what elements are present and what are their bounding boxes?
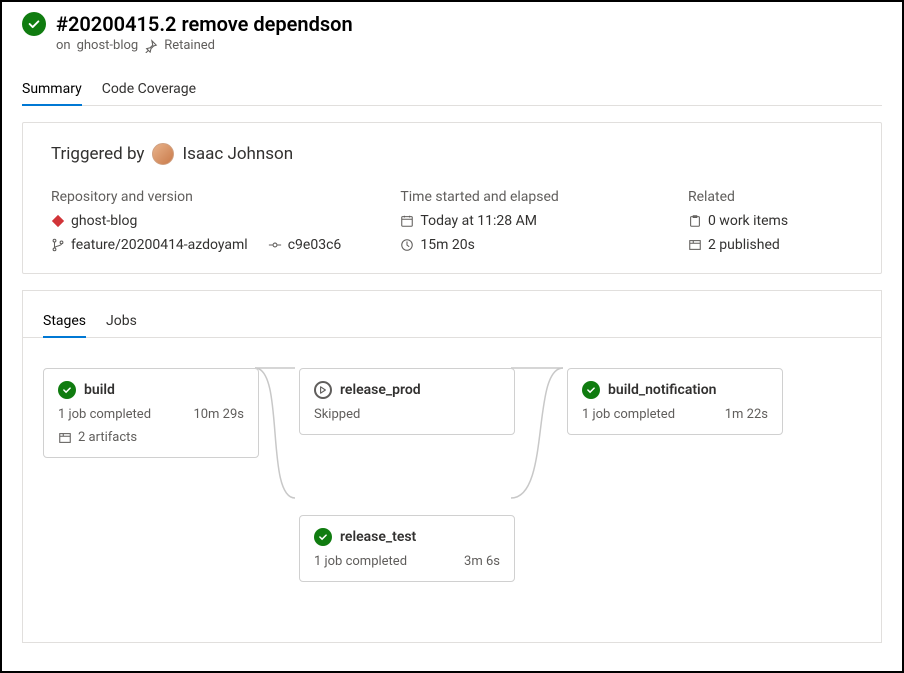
commit-icon (268, 238, 282, 252)
stage-build-notification[interactable]: build_notification 1 job completed 1m 22… (567, 368, 783, 435)
repo-name[interactable]: ghost-blog (71, 213, 137, 229)
clock-icon (400, 238, 414, 252)
avatar (152, 143, 174, 165)
stage-duration: 10m 29s (193, 407, 244, 422)
status-success-icon (582, 381, 600, 399)
tab-code-coverage[interactable]: Code Coverage (102, 73, 196, 105)
stage-status: Skipped (314, 407, 360, 422)
project-prefix: on (56, 38, 71, 53)
elapsed-time: 15m 20s (420, 237, 474, 253)
branch-icon (51, 238, 65, 252)
tab-summary[interactable]: Summary (22, 73, 82, 105)
project-name[interactable]: ghost-blog (77, 38, 139, 53)
tab-jobs[interactable]: Jobs (106, 305, 137, 337)
tab-stages[interactable]: Stages (43, 305, 86, 337)
branch-name[interactable]: feature/20200414-azdoyaml (71, 237, 248, 253)
stage-status: 1 job completed (582, 407, 675, 422)
artifacts-link[interactable]: 2 artifacts (78, 430, 137, 445)
stage-release-prod[interactable]: release_prod Skipped (299, 368, 515, 435)
started-time: Today at 11:28 AM (420, 213, 537, 229)
calendar-icon (400, 214, 414, 228)
stage-name: build (84, 382, 115, 398)
stage-name: release_prod (340, 382, 421, 398)
stage-duration: 1m 22s (725, 407, 768, 422)
pin-icon (144, 39, 158, 53)
stage-release-test[interactable]: release_test 1 job completed 3m 6s (299, 515, 515, 582)
triggered-prefix: Triggered by (51, 144, 144, 164)
summary-card: Triggered by Isaac Johnson Repository an… (22, 122, 882, 274)
repo-icon (51, 214, 65, 228)
triggered-user[interactable]: Isaac Johnson (182, 144, 293, 164)
status-success-icon (22, 12, 46, 36)
work-items[interactable]: 0 work items (708, 213, 788, 229)
stages-card: Stages Jobs build (22, 290, 882, 643)
stage-status: 1 job completed (314, 554, 407, 569)
stage-name: release_test (340, 529, 416, 545)
commit-sha[interactable]: c9e03c6 (288, 237, 342, 253)
stage-status: 1 job completed (58, 407, 151, 422)
repo-version-label: Repository and version (51, 189, 360, 205)
stage-name: build_notification (608, 382, 716, 398)
artifact-icon (58, 431, 72, 445)
workitems-icon (688, 214, 702, 228)
status-success-icon (314, 528, 332, 546)
status-skipped-icon (314, 381, 332, 399)
published-count[interactable]: 2 published (708, 237, 780, 253)
run-title: #20200415.2 remove dependson (56, 12, 353, 36)
artifact-icon (688, 238, 702, 252)
stage-build[interactable]: build 1 job completed 10m 29s 2 artifact… (43, 368, 259, 458)
stage-duration: 3m 6s (464, 554, 500, 569)
status-success-icon (58, 381, 76, 399)
time-label: Time started and elapsed (400, 189, 648, 205)
related-label: Related (688, 189, 853, 205)
retained-label: Retained (164, 38, 215, 53)
main-tabs: Summary Code Coverage (22, 73, 882, 106)
